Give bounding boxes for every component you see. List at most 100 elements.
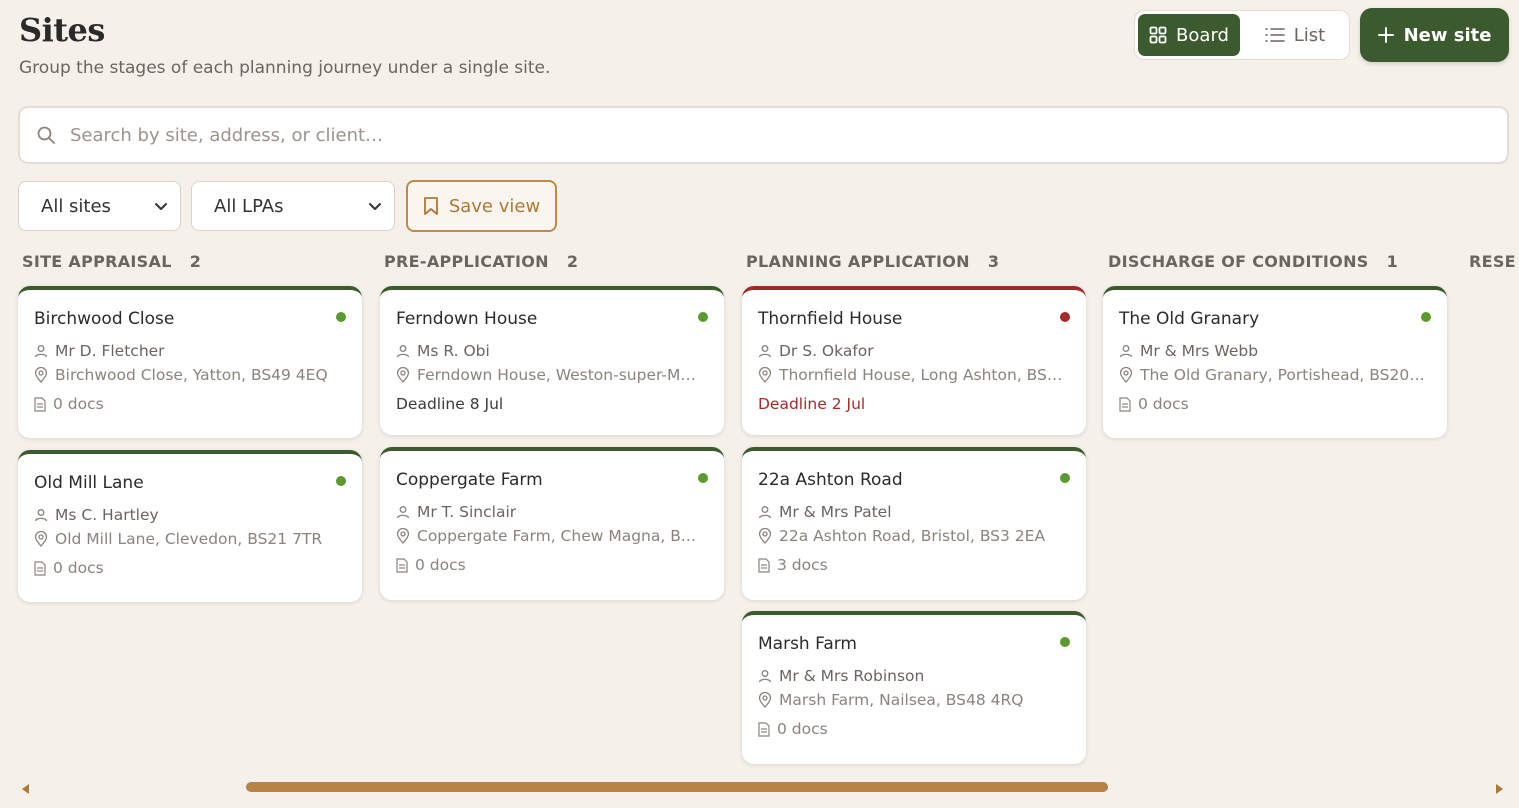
site-card-title: Birchwood Close [34, 309, 175, 329]
map-pin-icon [758, 692, 772, 708]
new-site-label: New site [1403, 24, 1492, 46]
list-view-button[interactable]: List [1244, 14, 1346, 56]
site-card[interactable]: 22a Ashton Road Mr & Mrs Patel 22a Ashton … [742, 447, 1086, 600]
site-card-title: 22a Ashton Road [758, 470, 903, 490]
list-view-label: List [1293, 24, 1326, 46]
client-row: Mr & Mrs Patel [758, 500, 1070, 524]
site-address: Marsh Farm, Nailsea, BS48 4RQ [779, 691, 1024, 709]
meta-text: 0 docs [53, 559, 104, 577]
docs-count: 0 docs [34, 559, 346, 577]
document-icon [34, 560, 46, 576]
meta-text: 0 docs [1138, 395, 1189, 413]
person-icon [396, 505, 410, 519]
client-name: Mr T. Sinclair [417, 503, 517, 521]
site-card-title: Marsh Farm [758, 634, 857, 654]
column-count: 2 [566, 252, 579, 271]
address-row: Birchwood Close, Yatton, BS49 4EQ [34, 363, 346, 387]
person-icon [758, 344, 772, 358]
client-row: Dr S. Okafor [758, 339, 1070, 363]
map-pin-icon [34, 531, 48, 547]
meta-text: 0 docs [415, 556, 466, 574]
site-card[interactable]: Coppergate Farm Mr T. Sinclair Coppergate … [380, 447, 724, 600]
column-title: PRE-APPLICATION [384, 252, 549, 271]
column-header: SITE APPRAISAL 2 [22, 252, 201, 271]
status-dot [1060, 473, 1070, 483]
document-icon [758, 721, 770, 737]
new-site-button[interactable]: New site [1360, 8, 1509, 62]
status-dot [1060, 312, 1070, 322]
meta-text: 3 docs [777, 556, 828, 574]
search-input[interactable] [70, 124, 1507, 146]
status-dot [698, 312, 708, 322]
page-subtitle: Group the stages of each planning journe… [19, 58, 551, 78]
map-pin-icon [1119, 367, 1133, 383]
docs-count: 0 docs [396, 556, 708, 574]
column-title: PLANNING APPLICATION [746, 252, 970, 271]
scroll-left-arrow-icon[interactable] [22, 784, 29, 794]
status-dot [1421, 312, 1431, 322]
chevron-down-icon [368, 201, 382, 211]
scrollbar-thumb[interactable] [246, 782, 1108, 792]
document-icon [1119, 396, 1131, 412]
column-title: DISCHARGE OF CONDITIONS [1108, 252, 1369, 271]
site-card-title: Thornfield House [758, 309, 903, 329]
site-address: Old Mill Lane, Clevedon, BS21 7TR [55, 530, 323, 548]
lpas-filter-value: All LPAs [214, 195, 284, 217]
client-row: Mr D. Fletcher [34, 339, 346, 363]
client-row: Mr & Mrs Robinson [758, 664, 1070, 688]
plus-icon [1377, 27, 1394, 43]
client-name: Mr D. Fletcher [55, 342, 165, 360]
site-address: Ferndown House, Weston-super-Mar… [417, 366, 702, 384]
address-row: Coppergate Farm, Chew Magna, BS4… [396, 524, 708, 548]
client-row: Mr & Mrs Webb [1119, 339, 1431, 363]
site-card[interactable]: Thornfield House Dr S. Okafor Thornfield H… [742, 286, 1086, 435]
docs-count: 3 docs [758, 556, 1070, 574]
person-icon [1119, 344, 1133, 358]
site-address: The Old Granary, Portishead, BS20 6… [1140, 366, 1425, 384]
grid-icon [1149, 26, 1167, 44]
client-name: Dr S. Okafor [779, 342, 874, 360]
scroll-right-arrow-icon[interactable] [1496, 784, 1503, 794]
client-row: Mr T. Sinclair [396, 500, 708, 524]
column-header: RESE [1469, 252, 1516, 271]
docs-count: 0 docs [34, 395, 346, 413]
address-row: Marsh Farm, Nailsea, BS48 4RQ [758, 688, 1070, 712]
sites-filter-value: All sites [41, 195, 111, 217]
search-icon [36, 125, 56, 145]
board-view-button[interactable]: Board [1138, 14, 1240, 56]
site-card[interactable]: Birchwood Close Mr D. Fletcher Birchwood C… [18, 286, 362, 438]
column-count: 2 [189, 252, 202, 271]
column-title: RESE [1469, 252, 1516, 271]
document-icon [34, 396, 46, 412]
search-bar [18, 106, 1509, 164]
client-name: Ms C. Hartley [55, 506, 159, 524]
column-count: 3 [987, 252, 1000, 271]
column-header: DISCHARGE OF CONDITIONS 1 [1108, 252, 1398, 271]
person-icon [758, 505, 772, 519]
column-header: PLANNING APPLICATION 3 [746, 252, 999, 271]
save-view-button[interactable]: Save view [406, 180, 557, 232]
save-view-label: Save view [448, 195, 541, 217]
document-icon [758, 557, 770, 573]
person-icon [758, 669, 772, 683]
site-card[interactable]: The Old Granary Mr & Mrs Webb The Old Gran… [1103, 286, 1447, 438]
docs-count: 0 docs [758, 720, 1070, 738]
status-dot [698, 473, 708, 483]
client-row: Ms C. Hartley [34, 503, 346, 527]
person-icon [34, 344, 48, 358]
deadline-label: Deadline 2 Jul [758, 395, 1070, 413]
site-card-title: Old Mill Lane [34, 473, 144, 493]
address-row: Ferndown House, Weston-super-Mar… [396, 363, 708, 387]
person-icon [396, 344, 410, 358]
site-card[interactable]: Marsh Farm Mr & Mrs Robinson Marsh Farm, N… [742, 611, 1086, 764]
column-count: 1 [1386, 252, 1399, 271]
sites-filter-select[interactable]: All sites [18, 181, 181, 231]
meta-text: 0 docs [777, 720, 828, 738]
client-name: Mr & Mrs Patel [779, 503, 892, 521]
lpas-filter-select[interactable]: All LPAs [191, 181, 395, 231]
column-header: PRE-APPLICATION 2 [384, 252, 578, 271]
meta-text: 0 docs [53, 395, 104, 413]
address-row: Thornfield House, Long Ashton, BS41 … [758, 363, 1070, 387]
site-card[interactable]: Ferndown House Ms R. Obi Ferndown House, W… [380, 286, 724, 435]
site-card[interactable]: Old Mill Lane Ms C. Hartley Old Mill Lane,… [18, 450, 362, 602]
